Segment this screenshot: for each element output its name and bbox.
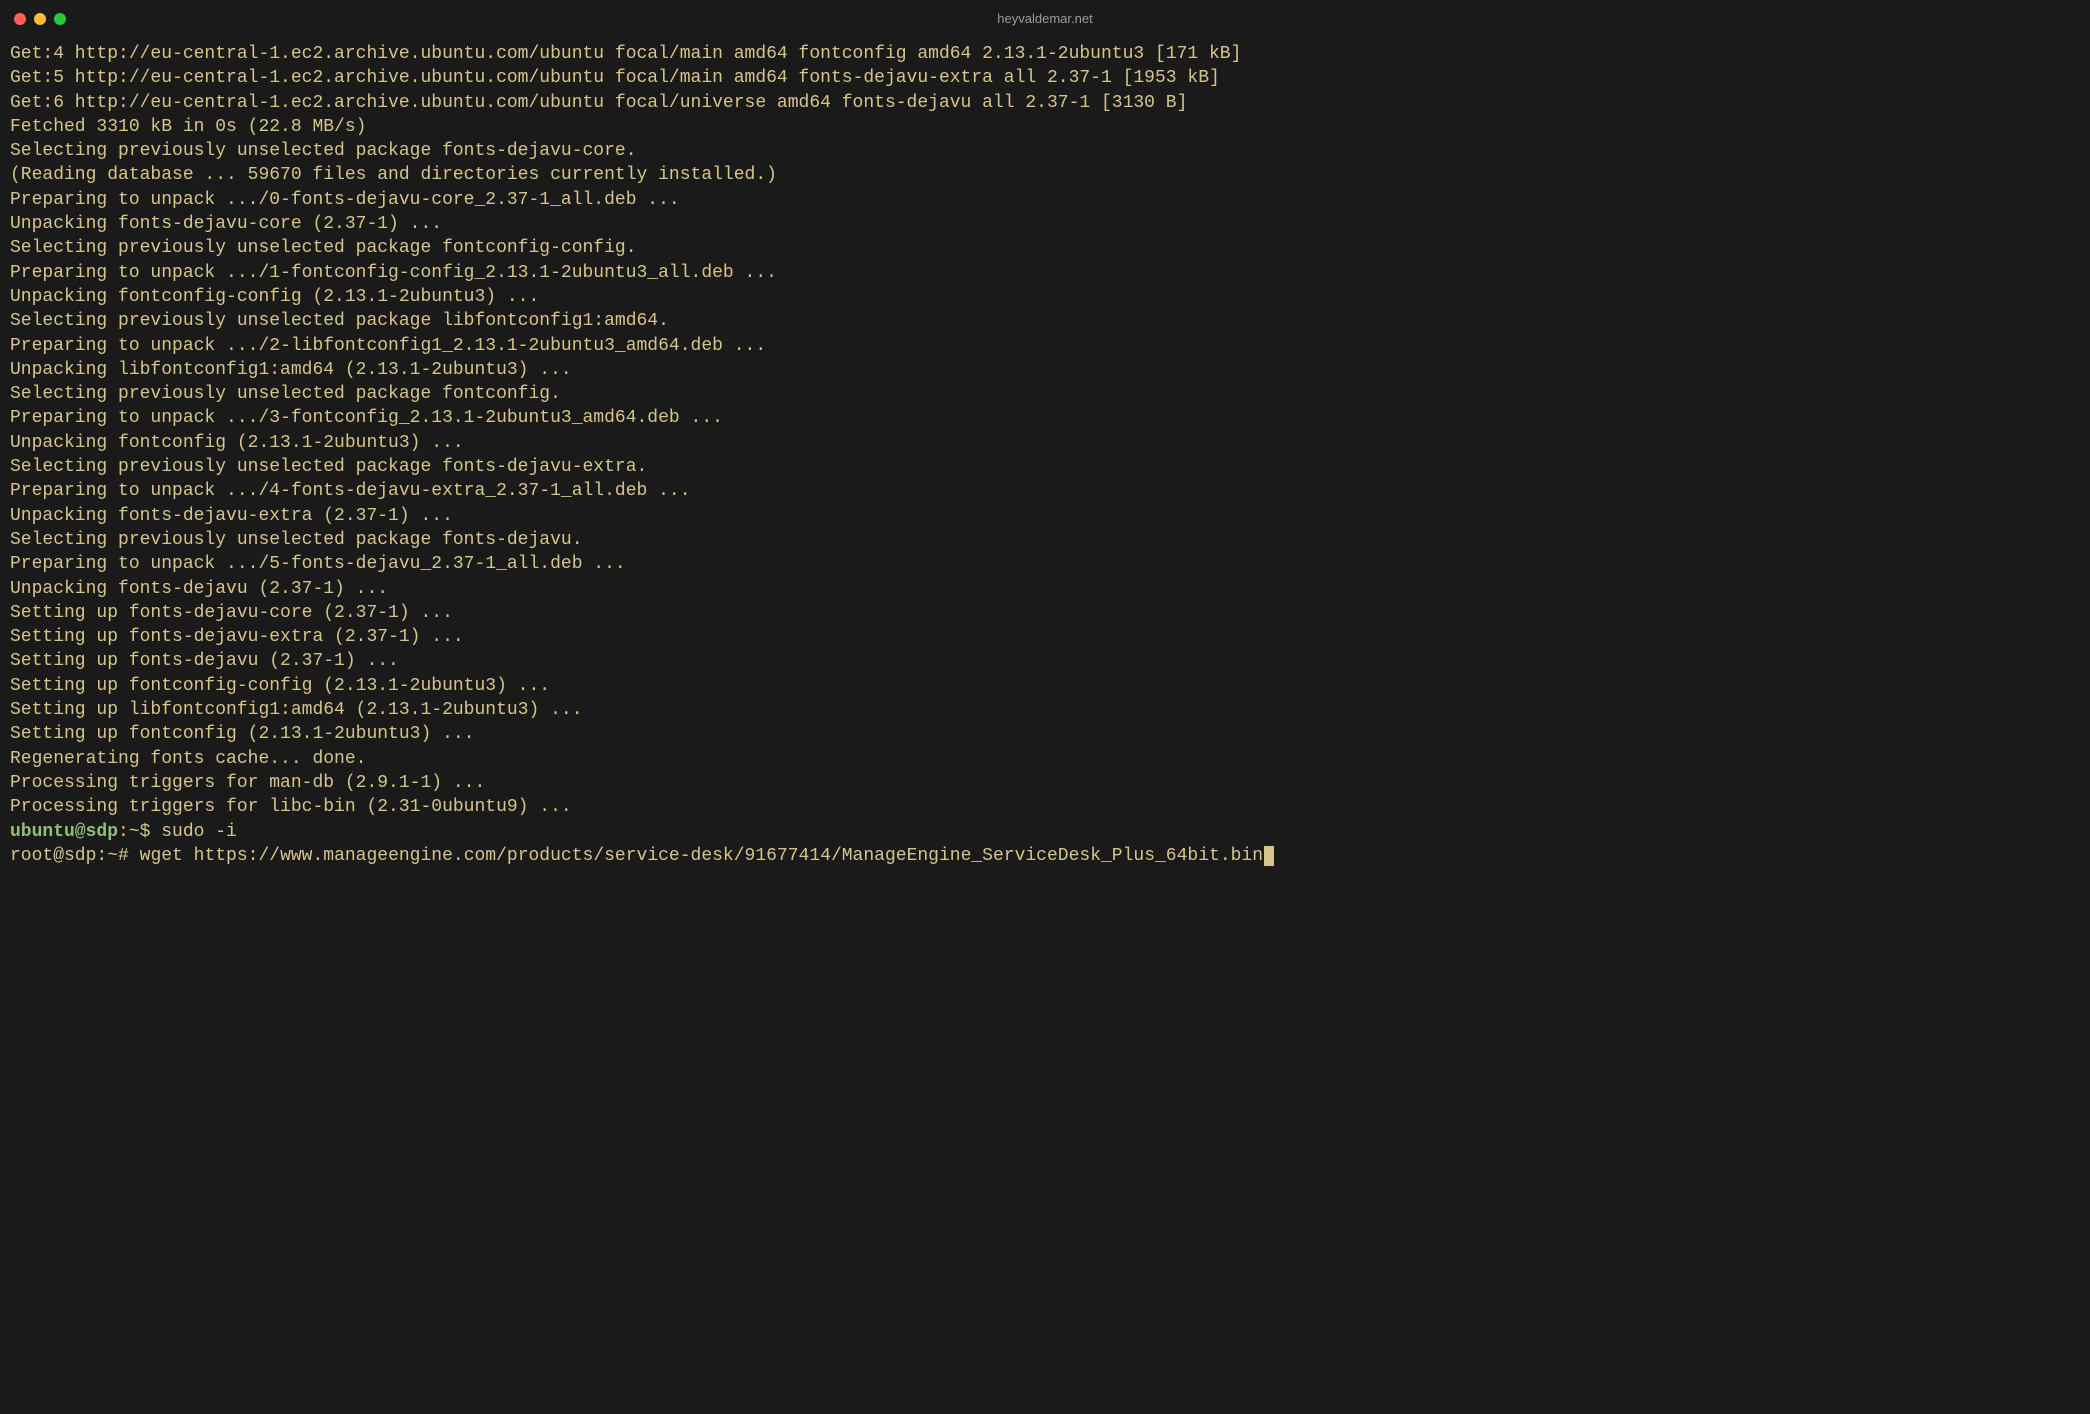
prompt-separator: : [96, 846, 107, 866]
command-text: wget https://www.manageengine.com/produc… [140, 846, 1263, 866]
command-text: sudo -i [161, 822, 237, 842]
output-line: Setting up fontconfig (2.13.1-2ubuntu3) … [10, 722, 2080, 746]
terminal-output[interactable]: Get:4 http://eu-central-1.ec2.archive.ub… [0, 38, 2090, 1414]
output-line: Get:4 http://eu-central-1.ec2.archive.ub… [10, 42, 2080, 66]
titlebar: heyvaldemar.net [0, 0, 2090, 38]
output-line: Selecting previously unselected package … [10, 528, 2080, 552]
prompt-path: ~$ [129, 822, 161, 842]
output-line: Unpacking fonts-dejavu-core (2.37-1) ... [10, 212, 2080, 236]
output-line: Selecting previously unselected package … [10, 382, 2080, 406]
output-line: Unpacking fonts-dejavu (2.37-1) ... [10, 577, 2080, 601]
close-icon[interactable] [14, 13, 26, 25]
terminal-window: heyvaldemar.net Get:4 http://eu-central-… [0, 0, 2090, 1414]
output-line: Setting up libfontconfig1:amd64 (2.13.1-… [10, 698, 2080, 722]
traffic-lights [14, 13, 66, 25]
output-line: Selecting previously unselected package … [10, 309, 2080, 333]
output-line: Selecting previously unselected package … [10, 139, 2080, 163]
output-line: Processing triggers for libc-bin (2.31-0… [10, 795, 2080, 819]
output-line: Unpacking fonts-dejavu-extra (2.37-1) ..… [10, 504, 2080, 528]
prompt-line[interactable]: ubuntu@sdp:~$ sudo -i [10, 820, 2080, 844]
output-line: Preparing to unpack .../0-fonts-dejavu-c… [10, 188, 2080, 212]
output-line: Processing triggers for man-db (2.9.1-1)… [10, 771, 2080, 795]
output-line: Unpacking fontconfig (2.13.1-2ubuntu3) .… [10, 431, 2080, 455]
output-line: Selecting previously unselected package … [10, 236, 2080, 260]
prompt-user: ubuntu@sdp [10, 822, 118, 842]
output-line: Setting up fonts-dejavu (2.37-1) ... [10, 649, 2080, 673]
prompt-user: root@sdp [10, 846, 96, 866]
output-line: Setting up fonts-dejavu-core (2.37-1) ..… [10, 601, 2080, 625]
output-line: Preparing to unpack .../4-fonts-dejavu-e… [10, 479, 2080, 503]
window-title: heyvaldemar.net [0, 10, 2090, 28]
output-line: Setting up fonts-dejavu-extra (2.37-1) .… [10, 625, 2080, 649]
output-line: Preparing to unpack .../5-fonts-dejavu_2… [10, 552, 2080, 576]
output-line: Setting up fontconfig-config (2.13.1-2ub… [10, 674, 2080, 698]
maximize-icon[interactable] [54, 13, 66, 25]
output-line: (Reading database ... 59670 files and di… [10, 163, 2080, 187]
output-line: Preparing to unpack .../2-libfontconfig1… [10, 334, 2080, 358]
output-line: Regenerating fonts cache... done. [10, 747, 2080, 771]
prompt-path: ~# [107, 846, 139, 866]
prompt-line[interactable]: root@sdp:~# wget https://www.manageengin… [10, 844, 2080, 868]
prompt-separator: : [118, 822, 129, 842]
output-line: Preparing to unpack .../1-fontconfig-con… [10, 261, 2080, 285]
output-line: Get:6 http://eu-central-1.ec2.archive.ub… [10, 91, 2080, 115]
minimize-icon[interactable] [34, 13, 46, 25]
output-line: Unpacking fontconfig-config (2.13.1-2ubu… [10, 285, 2080, 309]
output-line: Get:5 http://eu-central-1.ec2.archive.ub… [10, 66, 2080, 90]
output-line: Selecting previously unselected package … [10, 455, 2080, 479]
output-line: Unpacking libfontconfig1:amd64 (2.13.1-2… [10, 358, 2080, 382]
output-line: Preparing to unpack .../3-fontconfig_2.1… [10, 406, 2080, 430]
cursor-icon [1264, 846, 1274, 866]
output-line: Fetched 3310 kB in 0s (22.8 MB/s) [10, 115, 2080, 139]
